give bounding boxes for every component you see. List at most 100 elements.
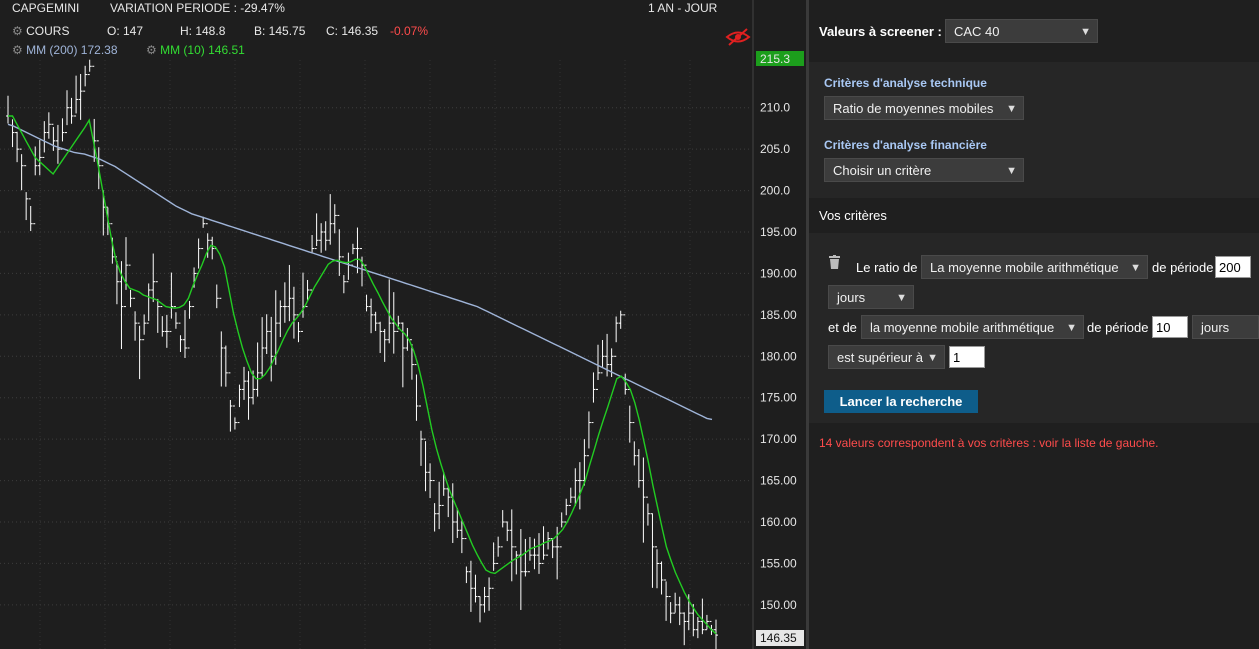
fin-criteria-select[interactable]: Choisir un critère ▼: [824, 158, 1024, 182]
price-bar: [664, 579, 669, 621]
price-bar: [668, 596, 673, 624]
tech-criteria-select[interactable]: Ratio de moyennes mobiles ▼: [824, 96, 1024, 120]
price-bar: [478, 596, 482, 623]
price-bar: [423, 438, 428, 492]
unit-2-select[interactable]: jours: [1192, 315, 1259, 339]
price-bar: [15, 131, 20, 163]
price-bar: [378, 321, 383, 354]
price-bar: [46, 112, 51, 139]
chevron-down-icon: ▼: [927, 352, 938, 364]
price-bar: [310, 235, 315, 291]
chevron-down-icon: ▼: [1130, 262, 1141, 274]
price-bar: [505, 521, 510, 542]
mm10-line: [8, 115, 717, 635]
price-bar: [183, 310, 187, 358]
gear-icon[interactable]: ⚙: [12, 24, 23, 38]
price-bar: [6, 95, 10, 124]
gear-icon[interactable]: ⚙: [12, 43, 23, 57]
comparator-value: est supérieur à: [837, 350, 923, 365]
price-bar: [496, 536, 501, 564]
values-select[interactable]: CAC 40 ▼: [945, 19, 1098, 43]
price-chart[interactable]: 210.0 205.0 200.0 195.00 190.00 185.00 180.00 1…: [0, 0, 806, 649]
ma2-select[interactable]: la moyenne mobile arithmétique ▼: [861, 315, 1084, 339]
trash-icon[interactable]: [829, 255, 840, 269]
mm10-value: 146.51: [208, 43, 245, 57]
cours-legend: ⚙ COURS: [12, 24, 69, 38]
price-bar: [550, 538, 555, 559]
price-bar: [65, 90, 69, 134]
last-price-marker-label: 146.35: [760, 631, 797, 645]
price-bar: [419, 405, 423, 466]
price-bar: [414, 364, 419, 421]
periode-label-2: de période: [1087, 320, 1149, 335]
periode-1-input[interactable]: 200: [1215, 256, 1251, 278]
price-bar: [169, 272, 174, 332]
price-bar: [246, 371, 251, 420]
price-bar: [142, 314, 147, 341]
price-bar: [487, 577, 492, 611]
price-bar: [568, 487, 573, 506]
vos-criteres-title: Vos critères: [819, 208, 887, 223]
price-bar: [482, 586, 487, 613]
price-bar: [301, 272, 305, 332]
price-bar: [459, 520, 464, 554]
price-bar: [278, 300, 283, 337]
price-bar: [228, 372, 233, 432]
price-bar: [42, 121, 47, 158]
tech-criteria-title: Critères d'analyse technique: [824, 76, 987, 90]
periode-2-input[interactable]: 10: [1152, 316, 1188, 338]
open-value: O: 147: [107, 24, 144, 38]
y-tick-label: 165.00: [760, 474, 797, 488]
price-bar: [673, 592, 678, 614]
mm200-value: 172.38: [80, 43, 118, 57]
price-bar: [137, 322, 142, 380]
comparator-select[interactable]: est supérieur à ▼: [828, 345, 945, 369]
tech-criteria-value: Ratio de moyennes mobiles: [833, 101, 994, 116]
mm200-line: [7, 123, 713, 421]
y-tick-label: 200.0: [760, 184, 790, 198]
price-bar: [659, 561, 664, 595]
price-bar: [282, 282, 287, 323]
price-bar: [332, 204, 337, 234]
price-bar: [346, 252, 351, 283]
price-bar: [314, 213, 319, 250]
unit-2-value: jours: [1201, 320, 1230, 335]
price-bar: [187, 300, 192, 349]
price-bar: [173, 306, 178, 329]
fin-criteria-title: Critères d'analyse financière: [824, 138, 987, 152]
price-bar: [645, 496, 650, 526]
price-bar: [51, 123, 56, 151]
price-bar: [450, 483, 455, 543]
price-bar: [641, 457, 646, 543]
threshold-input[interactable]: 1: [949, 346, 985, 368]
mm200-label: MM (200): [26, 43, 78, 57]
price-bar: [500, 510, 505, 548]
price-bar: [232, 405, 237, 430]
price-bar: [201, 216, 206, 250]
price-bar: [564, 498, 569, 523]
ratio-prefix: Le ratio de: [856, 260, 918, 275]
price-bar: [614, 316, 619, 357]
y-tick-label: 150.00: [760, 598, 797, 612]
price-bar: [60, 118, 65, 150]
chevron-down-icon: ▼: [1066, 322, 1077, 334]
price-bar: [586, 411, 591, 457]
unit-1-select[interactable]: jours ▼: [828, 285, 914, 309]
price-bar: [618, 310, 623, 329]
y-tick-label: 205.0: [760, 142, 790, 156]
period-variation: VARIATION PERIODE : -29.47%: [110, 1, 285, 15]
ma1-select[interactable]: La moyenne mobile arithmétique ▼: [921, 255, 1148, 279]
mm200-legend: ⚙ MM (200) 172.38: [12, 43, 118, 57]
eye-slash-icon[interactable]: [725, 28, 751, 46]
chart-panel: 210.0 205.0 200.0 195.00 190.00 185.00 180.00 1…: [0, 0, 806, 649]
price-bar: [146, 283, 151, 324]
price-bar: [264, 314, 269, 354]
gear-icon[interactable]: ⚙: [146, 43, 157, 57]
price-bar: [523, 538, 528, 577]
period-label[interactable]: 1 AN - JOUR: [648, 1, 717, 15]
price-bar: [10, 115, 15, 148]
price-bar: [328, 194, 333, 245]
price-bar: [714, 619, 718, 649]
run-search-button[interactable]: Lancer la recherche: [824, 390, 978, 413]
price-bar: [636, 449, 641, 488]
